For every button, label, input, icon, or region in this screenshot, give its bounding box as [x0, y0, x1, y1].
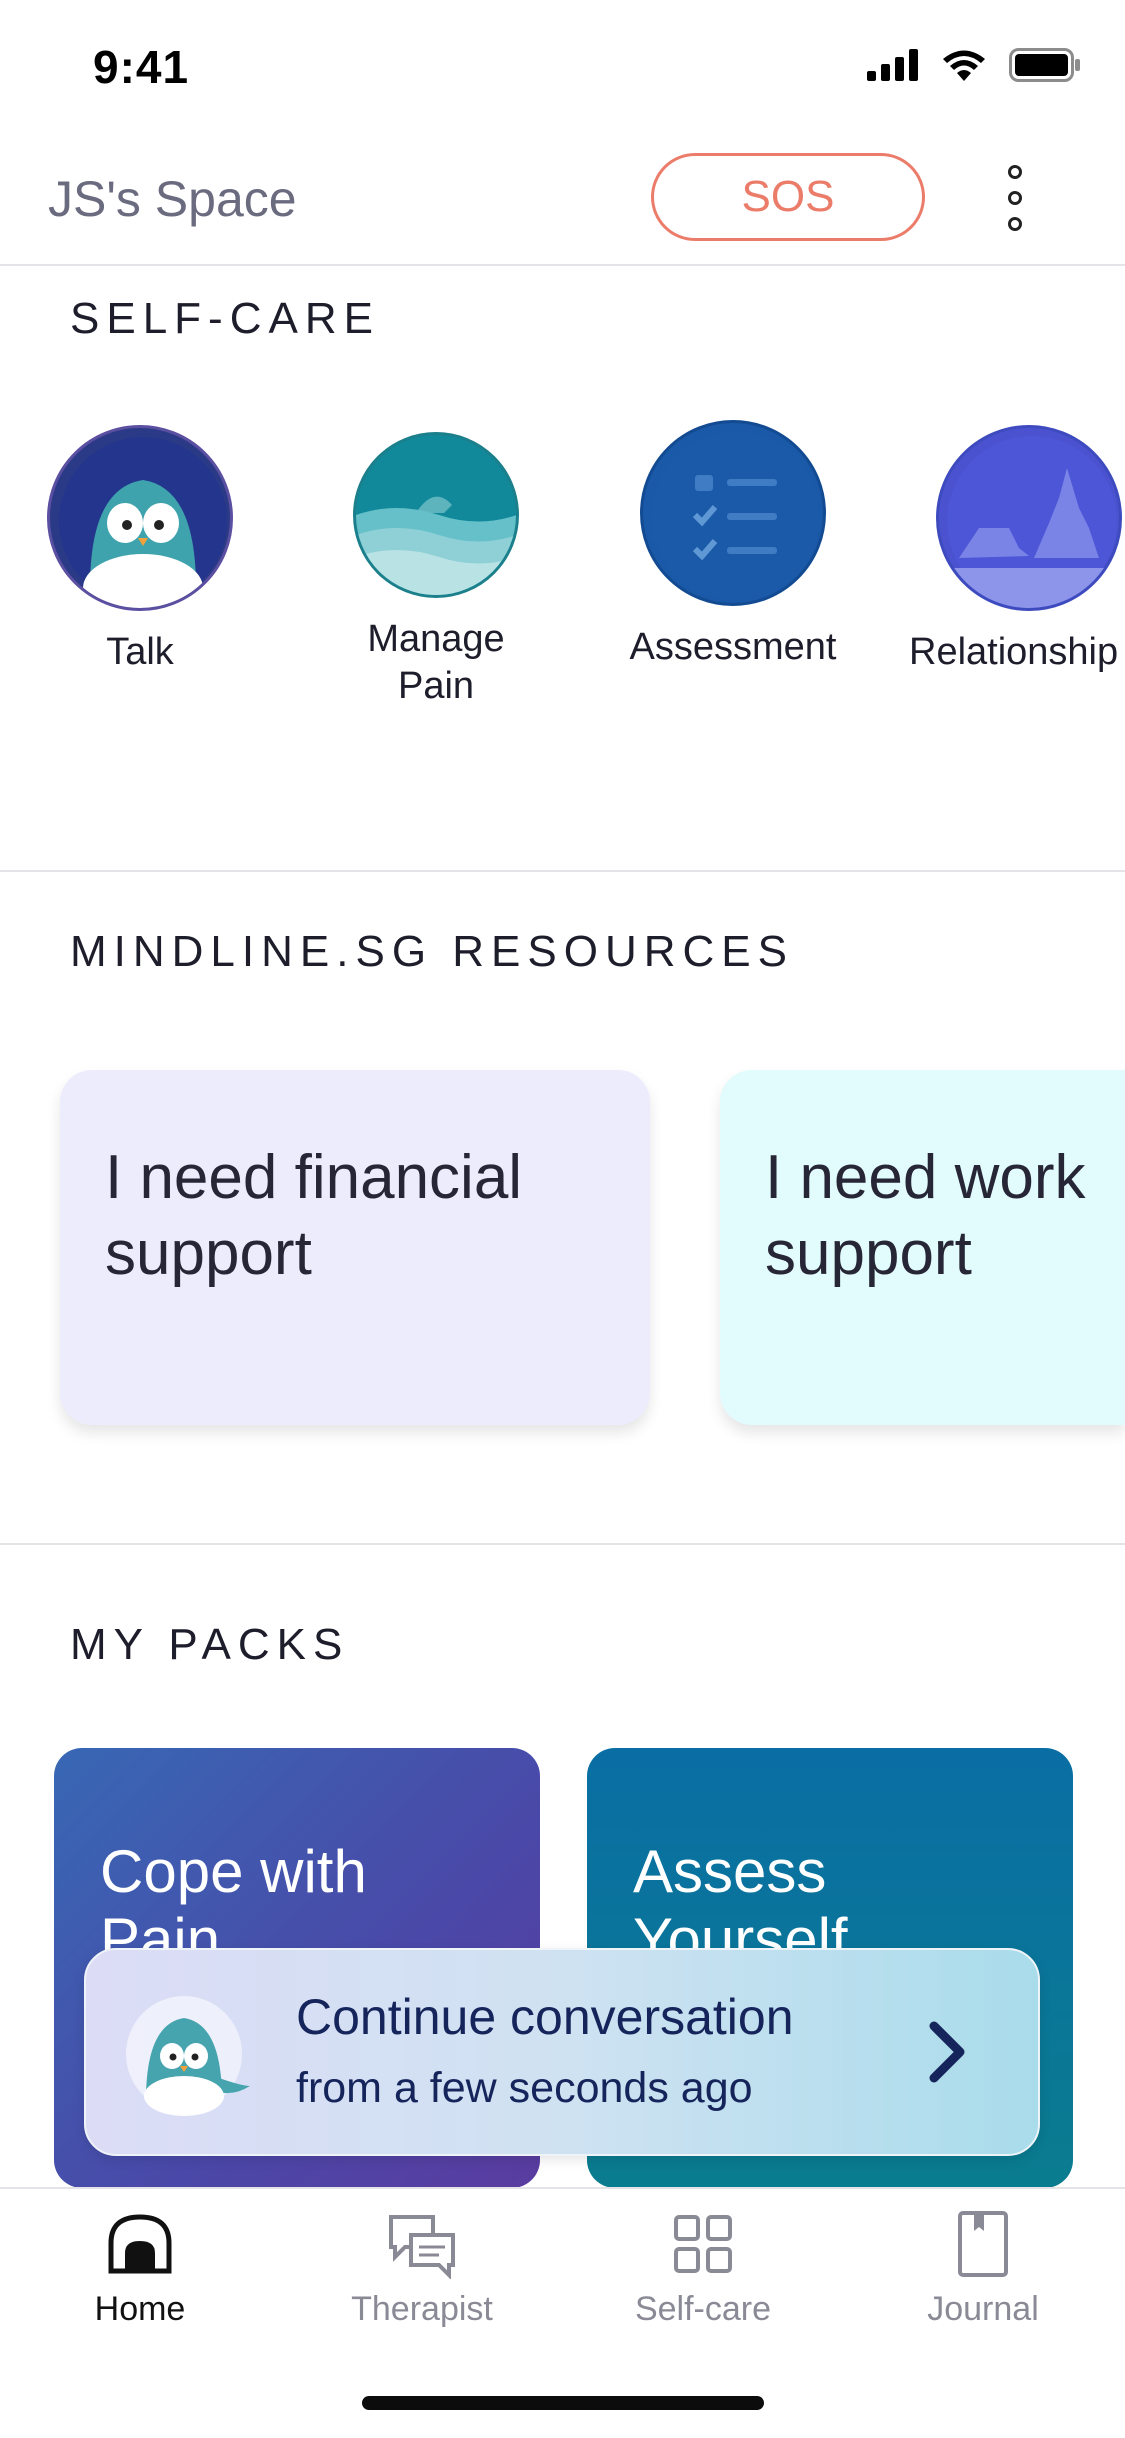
- signal-icon: [867, 49, 918, 81]
- tab-label: Therapist: [351, 2290, 493, 2328]
- tab-label: Home: [94, 2290, 186, 2328]
- self-care-title: SELF-CARE: [70, 294, 380, 343]
- home-icon: [108, 2214, 172, 2274]
- penguin-avatar-icon: [124, 1988, 256, 2120]
- header-divider: [0, 264, 1125, 266]
- section-divider: [0, 870, 1125, 872]
- chat-bubbles-icon: [389, 2215, 455, 2280]
- journal-icon: [958, 2211, 1008, 2277]
- wolves-icon: [936, 425, 1122, 611]
- checklist-icon: [640, 420, 826, 606]
- continue-conversation-banner[interactable]: Continue conversation from a few seconds…: [84, 1948, 1040, 2156]
- sos-button[interactable]: SOS: [651, 153, 925, 241]
- resource-card-text: I need financial support: [105, 1143, 523, 1288]
- tab-self-care[interactable]: Self-care: [593, 2209, 813, 2329]
- shark-waves-icon: [353, 432, 519, 598]
- self-care-label: Talk: [106, 631, 174, 673]
- continue-subtitle: from a few seconds ago: [296, 2064, 753, 2112]
- self-care-label: Assessment: [629, 626, 837, 668]
- resource-card-text: I need work support: [765, 1143, 1086, 1288]
- resources-title: MINDLINE.SG RESOURCES: [70, 927, 794, 976]
- tab-label: Self-care: [634, 2290, 772, 2328]
- tab-journal[interactable]: Journal: [873, 2209, 1093, 2329]
- page-title: JS's Space: [48, 171, 297, 227]
- more-options-icon[interactable]: [995, 165, 1035, 231]
- packs-title: MY PACKS: [70, 1620, 350, 1669]
- tab-label: Journal: [927, 2290, 1039, 2328]
- resource-card-financial[interactable]: I need financial support: [60, 1070, 650, 1425]
- section-divider: [0, 1543, 1125, 1545]
- home-indicator: [362, 2396, 764, 2410]
- chevron-right-icon: [929, 2021, 965, 2083]
- self-care-item-relationship[interactable]: Relationship: [909, 425, 1125, 676]
- battery-icon: [1009, 48, 1080, 82]
- resource-card-work[interactable]: I need work support: [720, 1070, 1125, 1425]
- status-icons: [867, 48, 1081, 82]
- self-care-item-talk[interactable]: Talk: [20, 425, 260, 676]
- self-care-label: Manage Pain: [367, 618, 505, 707]
- grid-icon: [674, 2215, 732, 2273]
- penguin-icon: [47, 425, 233, 611]
- self-care-item-assessment[interactable]: Assessment: [613, 420, 853, 671]
- status-time: 9:41: [93, 41, 190, 93]
- continue-title: Continue conversation: [296, 1989, 794, 2045]
- tab-home[interactable]: Home: [30, 2209, 250, 2329]
- wifi-icon: [943, 50, 985, 81]
- self-care-item-manage-pain[interactable]: Manage Pain: [316, 432, 556, 710]
- self-care-label: Relationship: [909, 631, 1119, 673]
- tab-therapist[interactable]: Therapist: [312, 2209, 532, 2329]
